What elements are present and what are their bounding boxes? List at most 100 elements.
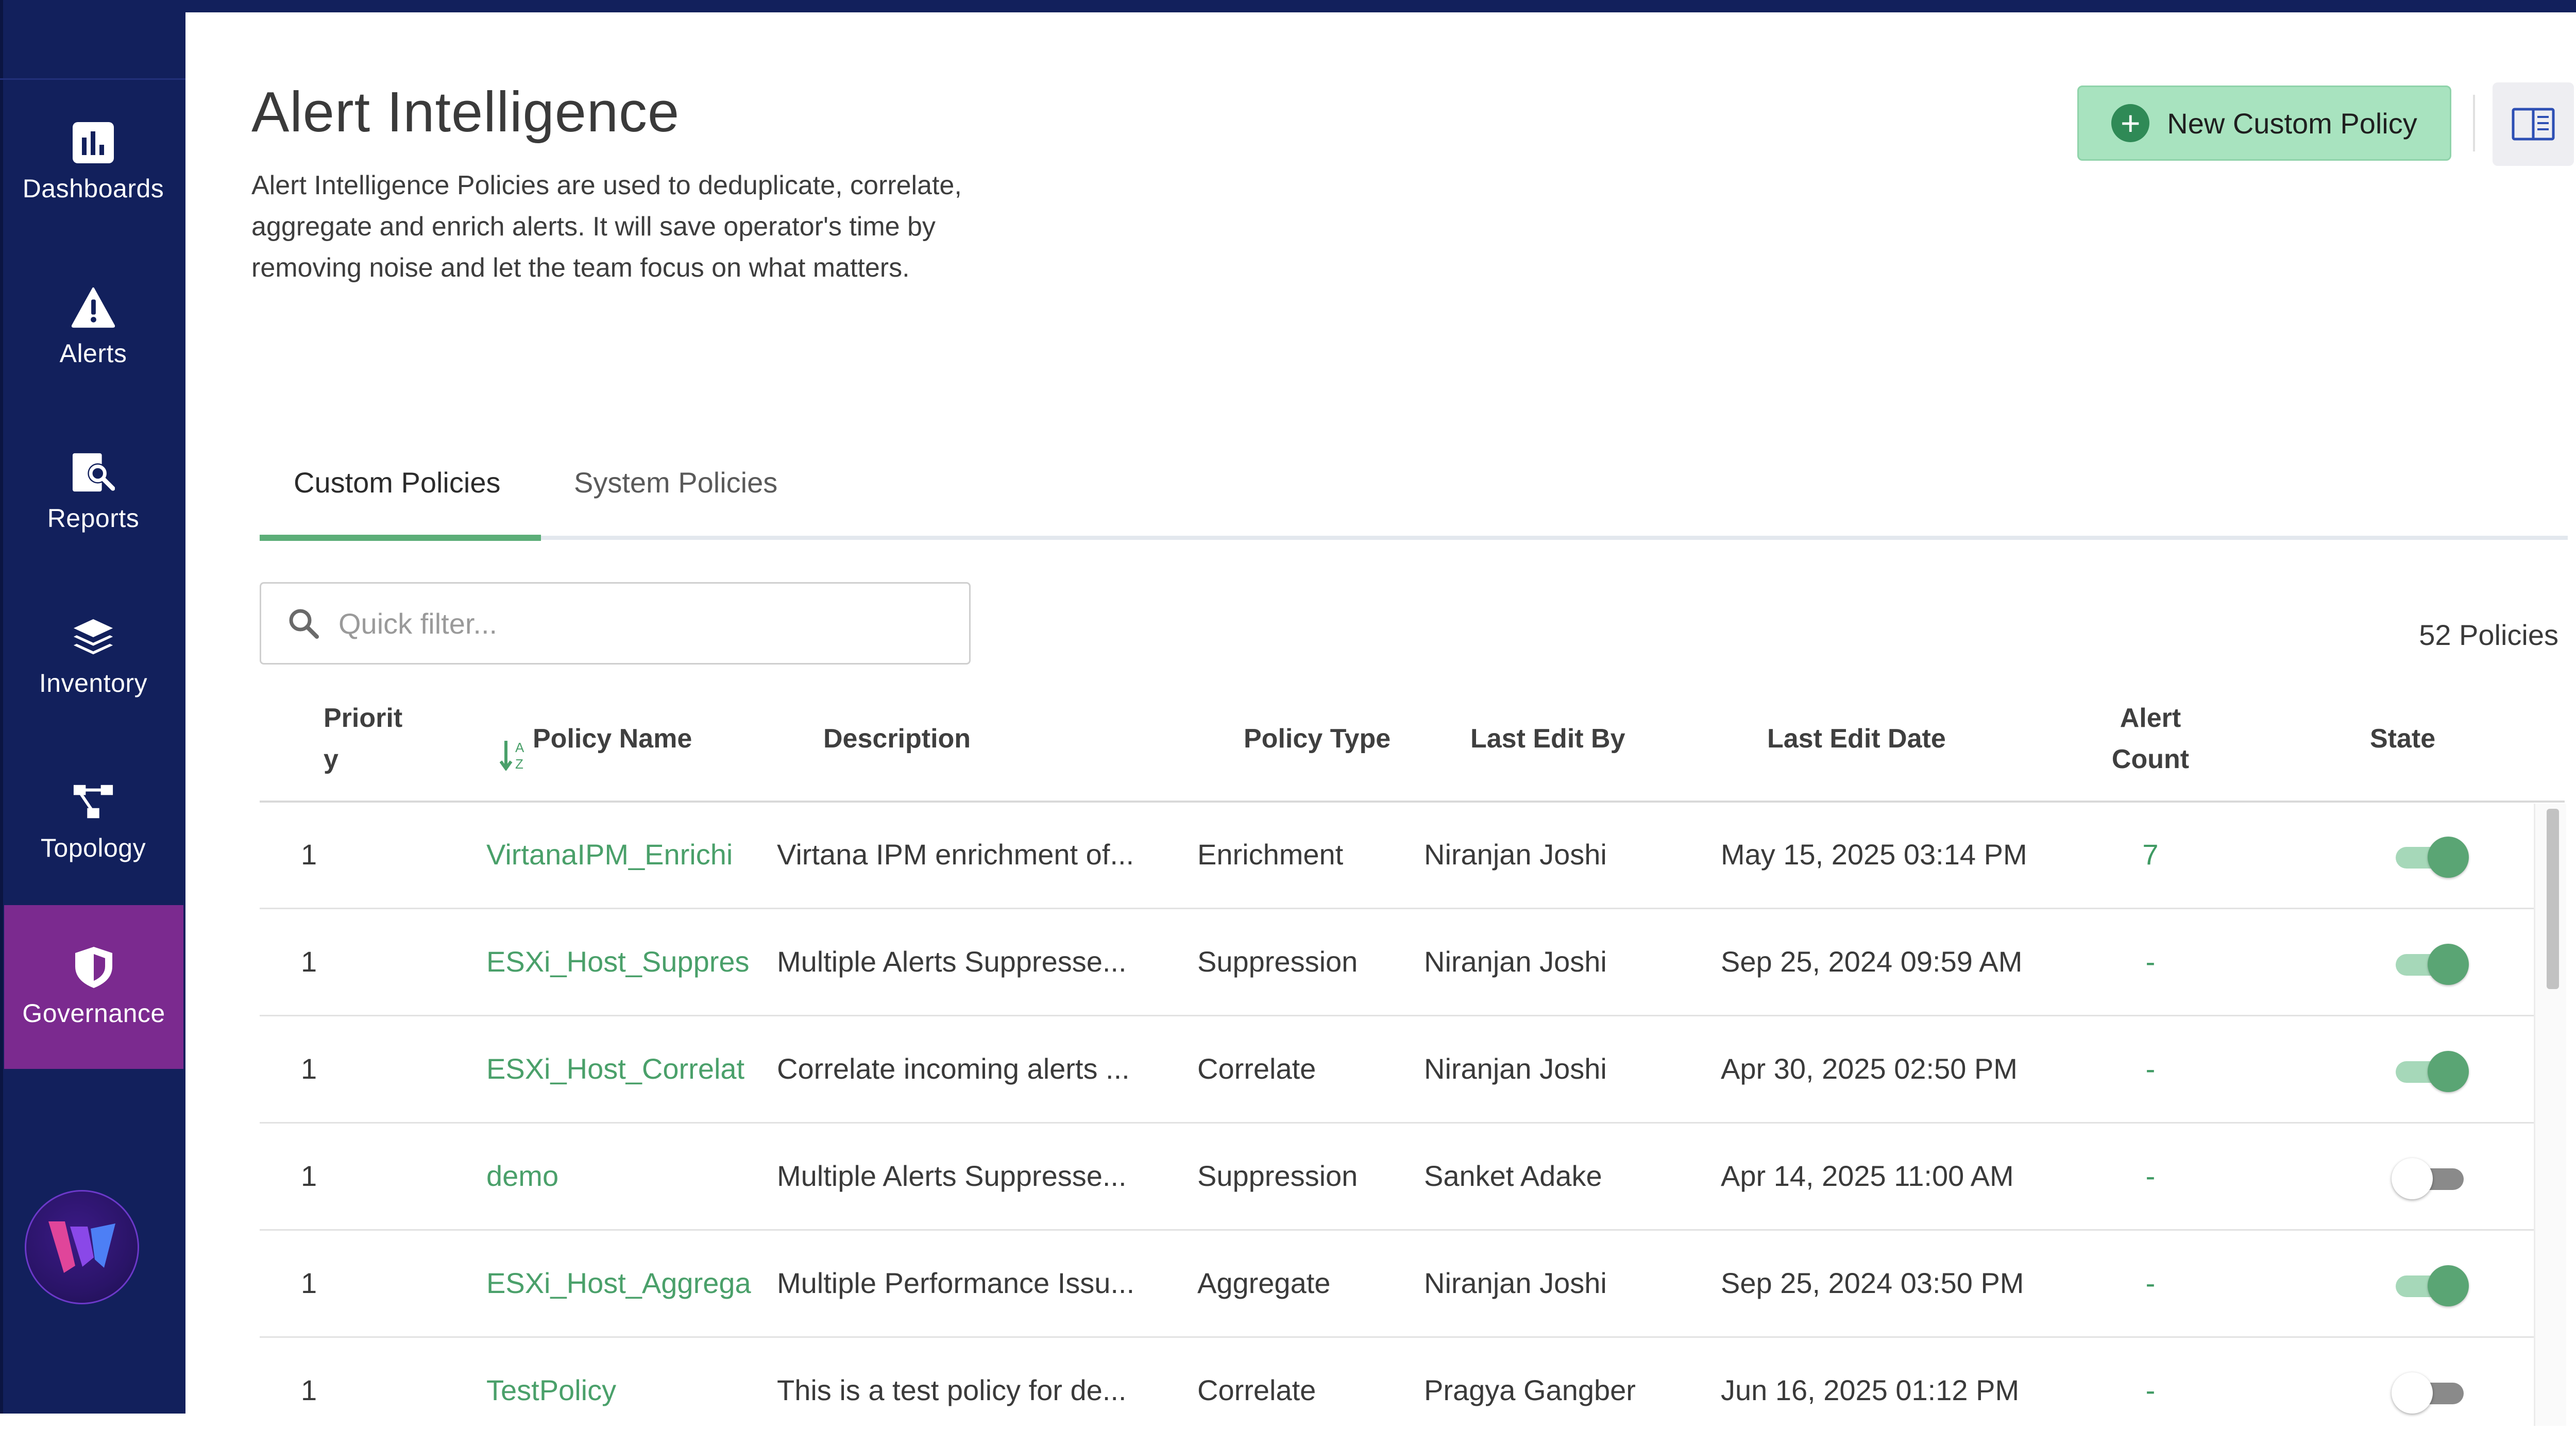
col-state[interactable]: State <box>2370 718 2435 759</box>
sidebar-item-reports[interactable]: Reports <box>3 412 183 572</box>
sidebar-item-label: Dashboards <box>22 174 164 203</box>
cell-description: Multiple Alerts Suppresse... <box>777 945 1127 978</box>
policy-count: 52 Policies <box>2419 619 2558 651</box>
sidebar-item-label: Topology <box>40 833 146 862</box>
table-header: Priorit y AZ Policy Name Description Pol… <box>260 687 2565 803</box>
col-policy-type[interactable]: Policy Type <box>1244 718 1391 759</box>
cell-alert-count: - <box>2145 1052 2156 1085</box>
cell-name[interactable]: VirtanaIPM_Enrichi <box>486 801 795 908</box>
table-row[interactable]: 1 TestPolicy This is a test policy for de.… <box>260 1336 2534 1429</box>
state-toggle[interactable] <box>2392 1371 2469 1414</box>
bar-chart-icon <box>72 121 115 164</box>
cell-name[interactable]: ESXi_Host_Suppres <box>486 908 795 1015</box>
cell-description: Multiple Alerts Suppresse... <box>777 1159 1127 1192</box>
table-row[interactable]: 1 ESXi_Host_Aggrega Multiple Performance I… <box>260 1229 2534 1338</box>
sidebar-item-label: Alerts <box>59 339 127 368</box>
cell-edit-by: Pragya Gangber <box>1424 1373 1636 1406</box>
col-alert-count[interactable]: Alert Count <box>2099 698 2202 780</box>
sidebar-item-label: Reports <box>47 504 140 533</box>
table-row[interactable]: 1 VirtanaIPM_Enrichi Virtana IPM enrichmen… <box>260 801 2534 909</box>
cell-priority: 1 <box>301 1052 317 1085</box>
cell-edit-by: Niranjan Joshi <box>1424 945 1607 978</box>
tabs-underline <box>260 536 2568 540</box>
col-priority[interactable]: Priorit y <box>324 698 402 780</box>
cell-priority: 1 <box>301 1373 317 1406</box>
state-toggle[interactable] <box>2392 836 2469 878</box>
toggle-knob <box>2428 1265 2469 1306</box>
table-row[interactable]: 1 ESXi_Host_Correlat Correlate incoming al… <box>260 1015 2534 1124</box>
cell-priority: 1 <box>301 1266 317 1299</box>
state-toggle[interactable] <box>2392 943 2469 985</box>
svg-text:Z: Z <box>515 756 523 771</box>
cell-type: Suppression <box>1197 1159 1358 1192</box>
warning-triangle-icon <box>72 286 115 329</box>
cell-name[interactable]: ESXi_Host_Correlat <box>486 1015 795 1122</box>
col-last-edit-by[interactable]: Last Edit By <box>1470 718 1625 759</box>
toggle-knob <box>2392 1372 2433 1414</box>
sidebar-item-topology[interactable]: Topology <box>3 742 183 901</box>
table-scrollbar-thumb[interactable] <box>2547 809 2559 989</box>
svg-text:A: A <box>515 740 524 755</box>
cell-edit-by: Niranjan Joshi <box>1424 1052 1607 1085</box>
shield-icon <box>72 946 115 989</box>
quick-filter[interactable] <box>260 582 971 665</box>
book-open-icon <box>2512 108 2555 141</box>
sidebar-item-label: Governance <box>22 999 165 1028</box>
cell-edit-by: Niranjan Joshi <box>1424 1266 1607 1299</box>
quick-filter-input[interactable] <box>337 606 906 641</box>
col-policy-name[interactable]: Policy Name <box>533 718 692 759</box>
cell-priority: 1 <box>301 838 317 871</box>
col-last-edit-date[interactable]: Last Edit Date <box>1767 718 1946 759</box>
cell-alert-count: - <box>2145 945 2156 978</box>
sidebar-item-governance[interactable]: Governance <box>4 905 183 1069</box>
toggle-knob <box>2428 1051 2469 1092</box>
cell-alert-count[interactable]: 7 <box>2094 801 2207 908</box>
cell-description: Multiple Performance Issu... <box>777 1266 1135 1299</box>
sidebar-item-alerts[interactable]: Alerts <box>3 247 183 407</box>
cell-edit-date: Apr 30, 2025 02:50 PM <box>1721 1052 2018 1085</box>
cell-edit-by: Sanket Adake <box>1424 1159 1602 1192</box>
cell-alert-count: - <box>2145 1266 2156 1299</box>
cell-edit-date: Apr 14, 2025 11:00 AM <box>1721 1159 2014 1192</box>
state-toggle[interactable] <box>2392 1157 2469 1199</box>
cell-type: Suppression <box>1197 945 1358 978</box>
sidebar-item-dashboards[interactable]: Dashboards <box>3 82 183 242</box>
cell-edit-by: Niranjan Joshi <box>1424 838 1607 871</box>
tab-custom-policies[interactable]: Custom Policies <box>294 466 500 499</box>
toggle-knob <box>2392 1158 2433 1199</box>
table-row[interactable]: 1 ESXi_Host_Suppres Multiple Alerts Suppre… <box>260 908 2534 1016</box>
sidebar-separator <box>0 78 185 80</box>
tab-system-policies[interactable]: System Policies <box>574 466 777 499</box>
toggle-knob <box>2428 944 2469 985</box>
sort-ascending-icon[interactable]: AZ <box>500 739 530 771</box>
state-toggle[interactable] <box>2392 1264 2469 1306</box>
col-description[interactable]: Description <box>823 718 971 759</box>
sidebar: Dashboards Alerts Reports Inventory Topo… <box>0 0 185 1414</box>
state-toggle[interactable] <box>2392 1050 2469 1092</box>
topology-icon <box>72 780 115 824</box>
cell-edit-date: May 15, 2025 03:14 PM <box>1721 838 2027 871</box>
main-content: Alert Intelligence Alert Intelligence Po… <box>185 12 2576 1426</box>
cell-edit-date: Jun 16, 2025 01:12 PM <box>1721 1373 2020 1406</box>
plus-circle-icon: + <box>2111 104 2150 142</box>
cell-type: Aggregate <box>1197 1266 1331 1299</box>
cell-name[interactable]: demo <box>486 1122 795 1229</box>
page-title: Alert Intelligence <box>251 80 680 144</box>
cell-alert-count: - <box>2145 1373 2156 1406</box>
table-scrollbar[interactable] <box>2534 804 2566 1426</box>
cell-name[interactable]: TestPolicy <box>486 1336 795 1429</box>
new-custom-policy-button[interactable]: + New Custom Policy <box>2077 86 2451 161</box>
cell-priority: 1 <box>301 1159 317 1192</box>
cell-priority: 1 <box>301 945 317 978</box>
cell-type: Correlate <box>1197 1373 1316 1406</box>
cell-edit-date: Sep 25, 2024 03:50 PM <box>1721 1266 2024 1299</box>
brand-logo[interactable] <box>25 1190 139 1304</box>
page-description: Alert Intelligence Policies are used to … <box>251 171 962 283</box>
table-row[interactable]: 1 demo Multiple Alerts Suppresse... Suppres… <box>260 1122 2534 1231</box>
sidebar-item-label: Inventory <box>39 669 148 698</box>
cell-name[interactable]: ESXi_Host_Aggrega <box>486 1229 795 1336</box>
report-search-icon <box>72 451 115 494</box>
documentation-button[interactable] <box>2493 82 2574 166</box>
cell-type: Correlate <box>1197 1052 1316 1085</box>
sidebar-item-inventory[interactable]: Inventory <box>3 577 183 737</box>
